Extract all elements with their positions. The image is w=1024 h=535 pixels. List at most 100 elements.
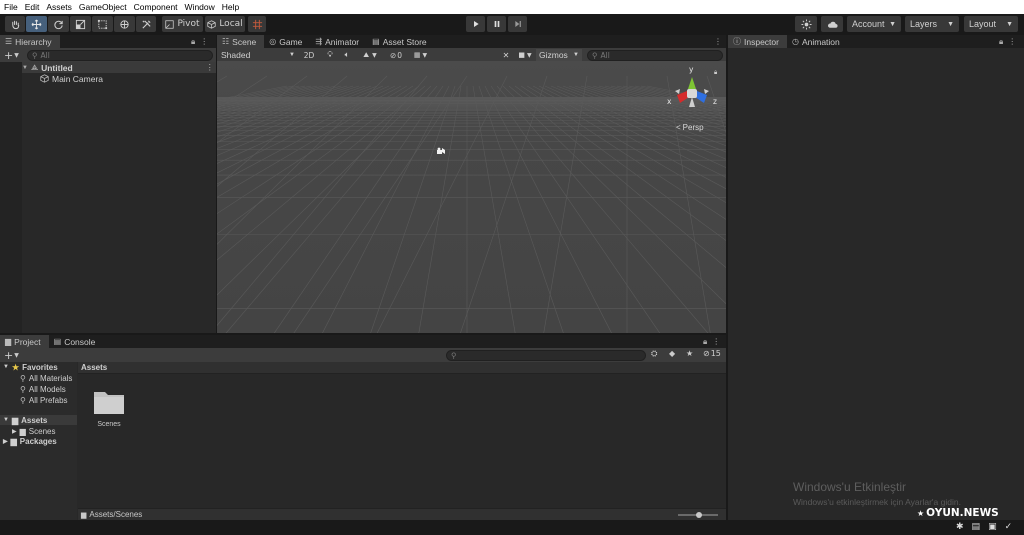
tab-console-label: Console (64, 336, 96, 347)
progress-icon[interactable]: ▤ (972, 522, 981, 532)
scene-search-placeholder: All (600, 50, 610, 60)
layout-dropdown[interactable]: Layout ▼ (964, 16, 1018, 32)
star-icon: ★ (11, 362, 20, 372)
custom-tool-button[interactable] (136, 16, 156, 32)
tab-hierarchy[interactable]: ☰ Hierarchy (0, 35, 60, 48)
favorite-item[interactable]: ⚲ All Models (20, 384, 66, 394)
hierarchy-tabbar: ☰ Hierarchy (0, 35, 216, 48)
hand-tool-button[interactable] (5, 16, 25, 32)
favorites-row[interactable]: ▼ ★ Favorites (3, 362, 58, 372)
scene-search-input[interactable]: ⚲ All (587, 49, 723, 61)
tab-asset-store[interactable]: ▤ Asset Store (367, 35, 435, 48)
expand-arrow-icon[interactable]: ▼ (3, 417, 9, 423)
tab-project[interactable]: ▆ Project (0, 335, 49, 348)
audio-toggle[interactable]: 🔈︎ (340, 49, 354, 61)
account-dropdown[interactable]: Account ▼ (847, 16, 901, 32)
layers-label: Layers (910, 19, 938, 29)
slider-thumb[interactable] (696, 511, 702, 518)
tab-inspector[interactable]: ⓘ Inspector (728, 35, 787, 48)
tab-console[interactable]: ▤ Console (49, 335, 104, 348)
packages-row[interactable]: ▶ ▆ Packages (3, 436, 57, 446)
favorite-item[interactable]: ⚲ All Prefabs (20, 395, 68, 405)
more-options-icon[interactable]: ⋮ (712, 337, 720, 346)
filter-type-icon[interactable]: ⛭ (651, 349, 657, 359)
caret-down-icon[interactable]: ▼ (14, 352, 19, 359)
menu-assets[interactable]: Assets (46, 2, 72, 12)
scale-tool-button[interactable] (70, 16, 91, 32)
lock-icon[interactable]: 🔒︎ (714, 69, 717, 77)
asset-item[interactable]: Scenes (88, 388, 130, 438)
scene-tools-button[interactable]: ✕ (499, 49, 513, 61)
transform-icon (120, 19, 129, 29)
local-toggle[interactable]: Local (205, 16, 245, 32)
step-button[interactable] (508, 16, 527, 32)
filter-label-icon[interactable]: ◆ (669, 349, 675, 358)
menu-gameobject[interactable]: GameObject (79, 2, 127, 12)
camera-object-icon[interactable] (217, 61, 726, 333)
tab-animator[interactable]: ⇶ Animator (310, 35, 367, 48)
grid-dropdown[interactable]: ▦ ▼ (408, 49, 433, 61)
hidden-packages-toggle[interactable]: ⊘ 15 (703, 349, 721, 358)
more-options-icon[interactable]: ⋮ (200, 37, 208, 46)
tab-animation[interactable]: ◷ Animation (787, 35, 848, 48)
more-options-icon[interactable]: ⋮ (206, 62, 215, 73)
expand-arrow-icon[interactable]: ▶ (3, 438, 8, 445)
project-search-input[interactable]: ⚲ (446, 349, 646, 361)
rect-tool-button[interactable] (92, 16, 113, 32)
pivot-icon (165, 19, 175, 29)
add-icon[interactable]: + (4, 49, 13, 62)
menu-window[interactable]: Window (185, 2, 215, 12)
tab-scene[interactable]: ☷ Scene (217, 35, 265, 48)
expand-arrow-icon[interactable]: ▼ (3, 364, 9, 370)
gizmos-dropdown[interactable]: Gizmos ▼ (536, 49, 582, 61)
mode-2d-toggle[interactable]: 2D (301, 49, 317, 61)
scenes-folder-row[interactable]: ▶ ▆ Scenes (12, 426, 55, 436)
pivot-toggle[interactable]: Pivot (162, 16, 203, 32)
more-options-icon[interactable]: ⋮ (714, 37, 722, 46)
favorite-star-icon[interactable]: ★ (686, 349, 693, 358)
effects-dropdown[interactable]: ⛰ ▼ (357, 49, 383, 61)
hierarchy-search-input[interactable]: ⚲ All (27, 49, 213, 61)
projection-toggle[interactable]: < Persp (676, 123, 704, 132)
expand-arrow-icon[interactable]: ▶ (12, 428, 17, 435)
rotate-tool-button[interactable] (48, 16, 69, 32)
shading-mode-dropdown[interactable]: Shaded ▼ (218, 49, 298, 61)
lighting-toggle[interactable]: 💡︎ (323, 49, 337, 61)
cloud-button[interactable] (821, 16, 843, 32)
hierarchy-item[interactable]: Main Camera (40, 73, 103, 84)
expand-arrow-icon[interactable]: ▼ (22, 65, 28, 71)
favorite-item[interactable]: ⚲ All Materials (20, 373, 72, 383)
scene-viewport[interactable]: y x z 🔒︎ < Persp (217, 61, 726, 333)
check-icon[interactable]: ✓ (1005, 522, 1013, 532)
tab-game[interactable]: ◎ Game (264, 35, 310, 48)
caret-down-icon[interactable]: ▼ (14, 52, 19, 59)
hidden-objects-toggle[interactable]: ⊘ 0 (386, 49, 406, 61)
console-icon: ▤ (53, 337, 62, 346)
lock-icon[interactable]: 🔒︎ (999, 37, 1003, 47)
layers-dropdown[interactable]: Layers ▼ (905, 16, 959, 32)
menu-help[interactable]: Help (222, 2, 239, 12)
services-button[interactable] (795, 16, 817, 32)
add-icon[interactable]: + (4, 349, 13, 362)
grid-snap-button[interactable] (248, 16, 266, 32)
auto-generate-icon[interactable]: ▣ (988, 522, 997, 532)
search-icon: ⚲ (592, 50, 598, 60)
play-button[interactable] (466, 16, 485, 32)
caret-down-icon: ▼ (372, 51, 377, 59)
more-options-icon[interactable]: ⋮ (1008, 37, 1016, 46)
assets-root-row[interactable]: ▼ ▆ Assets (3, 415, 47, 425)
lock-icon[interactable]: 🔒︎ (703, 337, 707, 347)
debug-icon[interactable]: ✱ (956, 522, 964, 532)
lock-icon[interactable]: 🔒︎ (191, 37, 195, 47)
scene-root-row[interactable]: ▼ ⟁ Untitled ⋮ (22, 62, 214, 73)
move-tool-button[interactable] (26, 16, 47, 32)
menu-edit[interactable]: Edit (25, 2, 40, 12)
camera-dropdown[interactable]: ■ ▼ (515, 49, 535, 61)
menu-file[interactable]: File (4, 2, 18, 12)
transform-tool-button[interactable] (114, 16, 135, 32)
breadcrumb-assets[interactable]: Assets (81, 363, 107, 372)
pause-button[interactable] (487, 16, 506, 32)
menu-component[interactable]: Component (134, 2, 178, 12)
orientation-gizmo[interactable]: y x z 🔒︎ < Persp (666, 65, 724, 137)
icon-size-slider[interactable] (678, 511, 718, 518)
